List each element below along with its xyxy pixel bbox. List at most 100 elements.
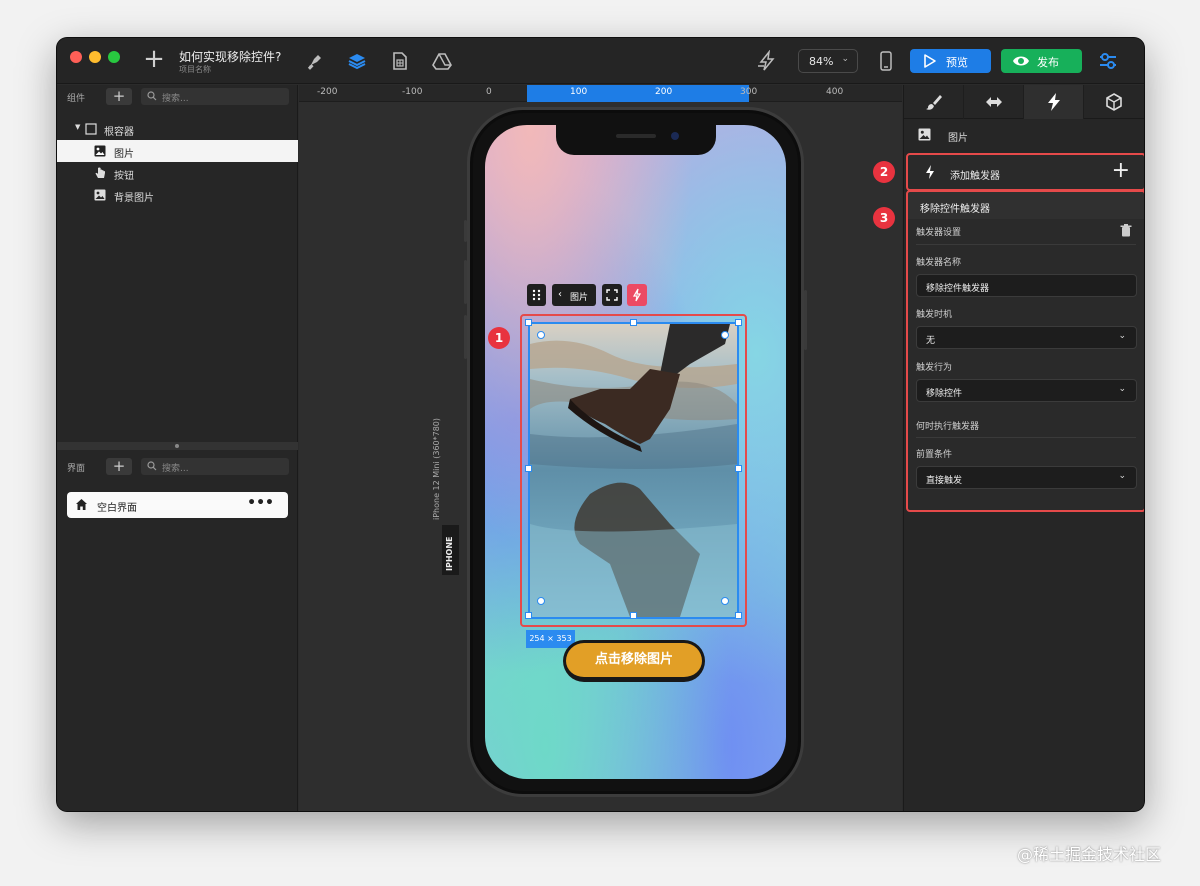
volume-up-button xyxy=(464,260,467,304)
highlight-box-add-trigger xyxy=(906,153,1144,191)
tree-item-label: 按钮 xyxy=(114,171,134,182)
project-title[interactable]: 如何实现移除控件? xyxy=(179,48,281,65)
ruler-selection xyxy=(527,85,749,102)
horizontal-ruler: -200 -100 0 100 200 300 400 xyxy=(299,85,902,102)
preview-button[interactable]: 预览 xyxy=(910,49,991,73)
container-icon xyxy=(85,123,97,135)
tree-item-root[interactable]: ▼ 根容器 xyxy=(57,118,298,140)
tree-item-label: 背景图片 xyxy=(114,193,154,204)
brush-icon xyxy=(926,95,942,110)
panel-splitter[interactable] xyxy=(57,442,298,450)
device-tag[interactable]: IPHONE xyxy=(442,525,459,575)
cube-icon xyxy=(1106,93,1122,111)
tree-item-bg-image[interactable]: 背景图片 xyxy=(57,184,298,206)
drive-icon[interactable] xyxy=(431,50,453,72)
eye-icon xyxy=(1013,56,1029,66)
add-screen-button[interactable]: + xyxy=(106,458,132,475)
search-icon xyxy=(147,461,157,471)
caret-down-icon[interactable]: ▼ xyxy=(75,123,80,131)
volume-down-button xyxy=(464,315,467,359)
tree-item-label: 根容器 xyxy=(104,127,134,138)
image-icon xyxy=(94,189,106,201)
pen-tool-icon[interactable] xyxy=(304,50,326,72)
right-panel: 图片 添加触发器 + 移除控件触发器 触发器设置 触发器名称 移除控件触发器 触… xyxy=(903,85,1144,811)
zoom-select[interactable]: 84% ⌄ xyxy=(798,49,858,73)
new-item-button[interactable]: + xyxy=(143,46,165,72)
sliders-icon[interactable] xyxy=(1097,50,1119,72)
screens-label: 界面 xyxy=(67,464,86,474)
power-button xyxy=(804,290,807,350)
drag-dots-icon xyxy=(532,289,541,301)
lightning-icon xyxy=(632,288,642,302)
component-search-placeholder: 搜索... xyxy=(162,94,189,104)
diamond-arrows-icon xyxy=(986,97,1002,107)
inspector-tabs xyxy=(904,85,1144,119)
selected-element-label: 图片 xyxy=(948,133,968,144)
ruler-label: 400 xyxy=(826,87,844,97)
ruler-label: -100 xyxy=(402,87,423,97)
title-bar: + 如何实现移除控件? 项目名称 84% ⌄ 预览 发布 xyxy=(57,38,1144,84)
tab-interaction[interactable] xyxy=(964,85,1024,119)
lightning-icon xyxy=(1048,93,1060,111)
screen-name: 空白界面 xyxy=(97,503,137,514)
preview-label: 预览 xyxy=(946,56,968,69)
fit-size-button[interactable] xyxy=(602,284,622,306)
screen-search-input[interactable]: 搜索... xyxy=(141,458,289,475)
play-icon xyxy=(924,54,936,68)
highlight-box-image xyxy=(520,314,747,627)
step-marker-1: 1 xyxy=(488,327,510,349)
device-preview-icon[interactable] xyxy=(875,50,897,72)
screen-item[interactable]: 空白界面 ••• xyxy=(67,492,288,518)
home-icon xyxy=(76,499,87,510)
device-name-label: iPhone 12 Mini (360*780) xyxy=(429,355,453,525)
ruler-label: 200 xyxy=(655,87,673,97)
publish-button[interactable]: 发布 xyxy=(1001,49,1082,73)
maximize-window-button[interactable] xyxy=(108,51,120,63)
device-name: iPhone 12 Mini (360*780) xyxy=(432,417,441,520)
layers-icon[interactable] xyxy=(346,50,368,72)
ruler-label: 0 xyxy=(486,87,492,97)
document-icon[interactable] xyxy=(389,50,411,72)
size-badge: 254 × 353 xyxy=(526,630,575,648)
watermark: @稀土掘金技术社区 xyxy=(1017,845,1162,864)
breadcrumb-parent-button[interactable]: ‹ 图片 xyxy=(552,284,596,306)
ruler-label: 100 xyxy=(570,87,588,97)
project-subtitle: 项目名称 xyxy=(179,65,211,74)
tree-item-label: 图片 xyxy=(114,149,134,160)
image-icon xyxy=(918,128,931,141)
screens-header: 界面 + 搜索... xyxy=(57,455,298,479)
tree-item-image[interactable]: 图片 xyxy=(57,140,298,162)
step-marker-3: 3 xyxy=(873,207,895,229)
screen-search-placeholder: 搜索... xyxy=(162,464,189,474)
left-panel: 组件 + 搜索... ▼ 根容器 图片 按钮 背景图片 界面 + 搜索... 空… xyxy=(57,85,298,811)
close-window-button[interactable] xyxy=(70,51,82,63)
ruler-label: 300 xyxy=(740,87,758,97)
fullscreen-icon xyxy=(606,289,618,301)
add-component-button[interactable]: + xyxy=(106,88,132,105)
tab-components[interactable] xyxy=(1084,85,1144,119)
lightning-icon[interactable] xyxy=(756,49,778,72)
tab-style[interactable] xyxy=(904,85,964,119)
zoom-value: 84% xyxy=(809,55,834,68)
mute-switch xyxy=(464,220,467,242)
phone-notch xyxy=(556,125,716,155)
image-icon xyxy=(94,145,106,157)
trigger-badge-button[interactable] xyxy=(627,284,647,306)
component-search-input[interactable]: 搜索... xyxy=(141,88,289,105)
highlight-box-trigger-card xyxy=(906,190,1144,512)
components-header: 组件 + 搜索... xyxy=(57,85,298,109)
remove-image-button[interactable]: 点击移除图片 xyxy=(563,640,705,682)
more-options-icon[interactable]: ••• xyxy=(247,495,274,511)
drag-handle-button[interactable] xyxy=(527,284,546,306)
design-canvas[interactable]: -200 -100 0 100 200 300 400 iPhone 12 Mi… xyxy=(299,85,902,811)
hand-pointer-icon xyxy=(95,167,105,178)
speaker xyxy=(616,134,656,138)
breadcrumb-label: 图片 xyxy=(570,293,589,303)
camera-icon xyxy=(671,132,679,140)
tab-triggers[interactable] xyxy=(1024,85,1084,119)
tree-item-button[interactable]: 按钮 xyxy=(57,162,298,184)
search-icon xyxy=(147,91,157,101)
minimize-window-button[interactable] xyxy=(89,51,101,63)
chevron-down-icon: ⌄ xyxy=(841,54,849,64)
selected-element-type: 图片 xyxy=(918,128,968,144)
